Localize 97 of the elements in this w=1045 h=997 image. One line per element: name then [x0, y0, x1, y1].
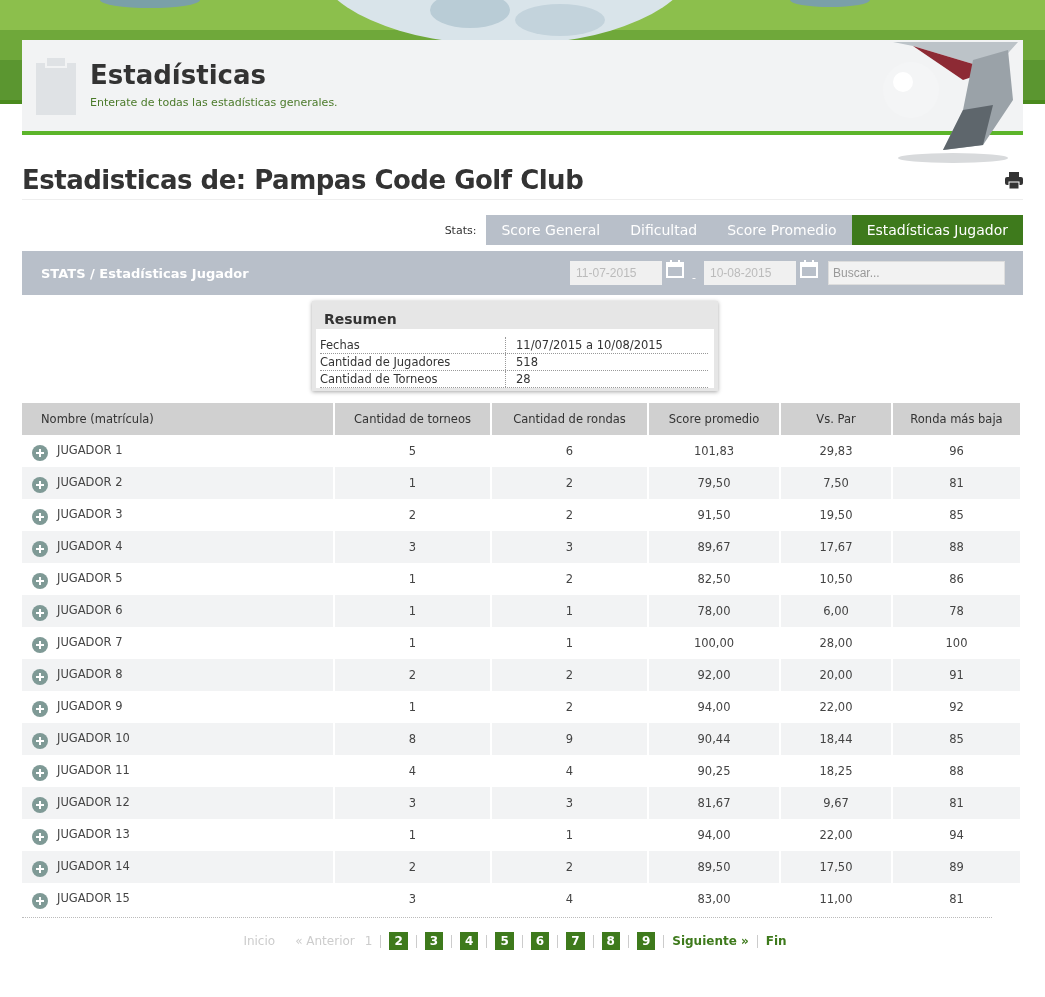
column-header: Nombre (matrícula) — [22, 403, 335, 435]
table-cell: 1 — [492, 595, 649, 627]
player-name: JUGADOR 2 — [57, 475, 123, 489]
table-cell: 3 — [335, 531, 492, 563]
player-name: JUGADOR 13 — [57, 827, 130, 841]
player-name: JUGADOR 11 — [57, 763, 130, 777]
tabs-label: Stats: — [444, 223, 477, 237]
table-cell: 17,67 — [781, 531, 893, 563]
table-cell: 81 — [893, 467, 1022, 499]
table-cell: 1 — [335, 595, 492, 627]
table-cell: 9,67 — [781, 787, 893, 819]
table-cell: 78,00 — [649, 595, 781, 627]
expand-icon[interactable] — [32, 733, 48, 749]
expand-icon[interactable] — [32, 637, 48, 653]
calendar-icon[interactable] — [800, 260, 818, 278]
player-name: JUGADOR 5 — [57, 571, 123, 585]
player-name: JUGADOR 7 — [57, 635, 123, 649]
table-cell: 18,44 — [781, 723, 893, 755]
date-separator: - — [692, 269, 696, 284]
player-name: JUGADOR 1 — [57, 443, 123, 457]
page-title: Estadisticas de: Pampas Code Golf Club — [22, 165, 584, 195]
breadcrumb: STATS / Estadísticas Jugador — [41, 265, 250, 281]
column-header: Cantidad de torneos — [335, 403, 492, 435]
expand-icon[interactable] — [32, 477, 48, 493]
table-cell: 6,00 — [781, 595, 893, 627]
column-header: Ronda más baja — [893, 403, 1022, 435]
summary-label: Cantidad de Jugadores — [320, 354, 506, 370]
table-cell: 2 — [335, 851, 492, 883]
player-name: JUGADOR 6 — [57, 603, 123, 617]
expand-icon[interactable] — [32, 605, 48, 621]
table-cell: 3 — [335, 787, 492, 819]
last-page-link[interactable]: Fin — [765, 934, 787, 948]
summary-value: 11/07/2015 a 10/08/2015 — [515, 337, 664, 353]
column-header: Cantidad de rondas — [492, 403, 649, 435]
table-cell: 3 — [492, 787, 649, 819]
table-cell: 78 — [893, 595, 1022, 627]
player-name: JUGADOR 3 — [57, 507, 123, 521]
page-link[interactable]: 2 — [389, 932, 408, 950]
player-name: JUGADOR 8 — [57, 667, 123, 681]
expand-icon[interactable] — [32, 445, 48, 461]
summary-value: 28 — [515, 371, 532, 387]
table-cell: 89 — [893, 851, 1022, 883]
table-cell: 81,67 — [649, 787, 781, 819]
player-name: JUGADOR 15 — [57, 891, 130, 905]
table-cell: 3 — [492, 531, 649, 563]
table-cell: 7,50 — [781, 467, 893, 499]
summary-title: Resumen — [323, 310, 398, 329]
table-cell: 20,00 — [781, 659, 893, 691]
expand-icon[interactable] — [32, 669, 48, 685]
table-cell: 1 — [335, 467, 492, 499]
player-name: JUGADOR 14 — [57, 859, 130, 873]
expand-icon[interactable] — [32, 797, 48, 813]
print-icon[interactable] — [1005, 171, 1023, 189]
table-cell: 92,00 — [649, 659, 781, 691]
calendar-icon[interactable] — [666, 260, 684, 278]
table-cell: 81 — [893, 787, 1022, 819]
expand-icon[interactable] — [32, 701, 48, 717]
player-name: JUGADOR 10 — [57, 731, 130, 745]
player-name: JUGADOR 4 — [57, 539, 123, 553]
column-header: Vs. Par — [781, 403, 893, 435]
page-link[interactable]: 6 — [530, 932, 550, 950]
table-cell: 2 — [335, 659, 492, 691]
table-cell: 2 — [492, 467, 649, 499]
summary-label: Cantidad de Torneos — [320, 371, 506, 387]
table-cell: 88 — [893, 531, 1022, 563]
table-cell: 89,50 — [649, 851, 781, 883]
summary-value: 518 — [515, 354, 539, 370]
table-cell: 2 — [492, 659, 649, 691]
next-page-link[interactable]: Siguiente » — [672, 934, 749, 948]
expand-icon[interactable] — [32, 765, 48, 781]
table-cell: 8 — [335, 723, 492, 755]
page-link[interactable]: 3 — [424, 932, 444, 950]
player-name: JUGADOR 12 — [57, 795, 130, 809]
table-cell: 79,50 — [649, 467, 781, 499]
summary-label: Fechas — [320, 337, 506, 353]
table-cell: 85 — [893, 723, 1022, 755]
tab[interactable]: Estadísticas Jugador — [851, 215, 1023, 245]
table-cell: 90,44 — [649, 723, 781, 755]
page-link[interactable]: 8 — [601, 932, 620, 950]
expand-icon[interactable] — [32, 861, 48, 877]
expand-icon[interactable] — [32, 573, 48, 589]
table-cell: 17,50 — [781, 851, 893, 883]
search-field[interactable]: Buscar... — [828, 261, 1005, 285]
player-name: JUGADOR 9 — [57, 699, 123, 713]
table-cell: 9 — [492, 723, 649, 755]
expand-icon[interactable] — [32, 893, 48, 909]
column-header: Score promedio — [649, 403, 781, 435]
page-link[interactable]: 5 — [495, 932, 514, 950]
expand-icon[interactable] — [32, 541, 48, 557]
page-link[interactable]: 9 — [636, 932, 656, 950]
page-link[interactable]: 7 — [566, 932, 585, 950]
expand-icon[interactable] — [32, 509, 48, 525]
table-cell: 89,67 — [649, 531, 781, 563]
table-cell: 91 — [893, 659, 1022, 691]
expand-icon[interactable] — [32, 829, 48, 845]
table-cell: 2 — [492, 851, 649, 883]
page-link[interactable]: 4 — [460, 932, 479, 950]
